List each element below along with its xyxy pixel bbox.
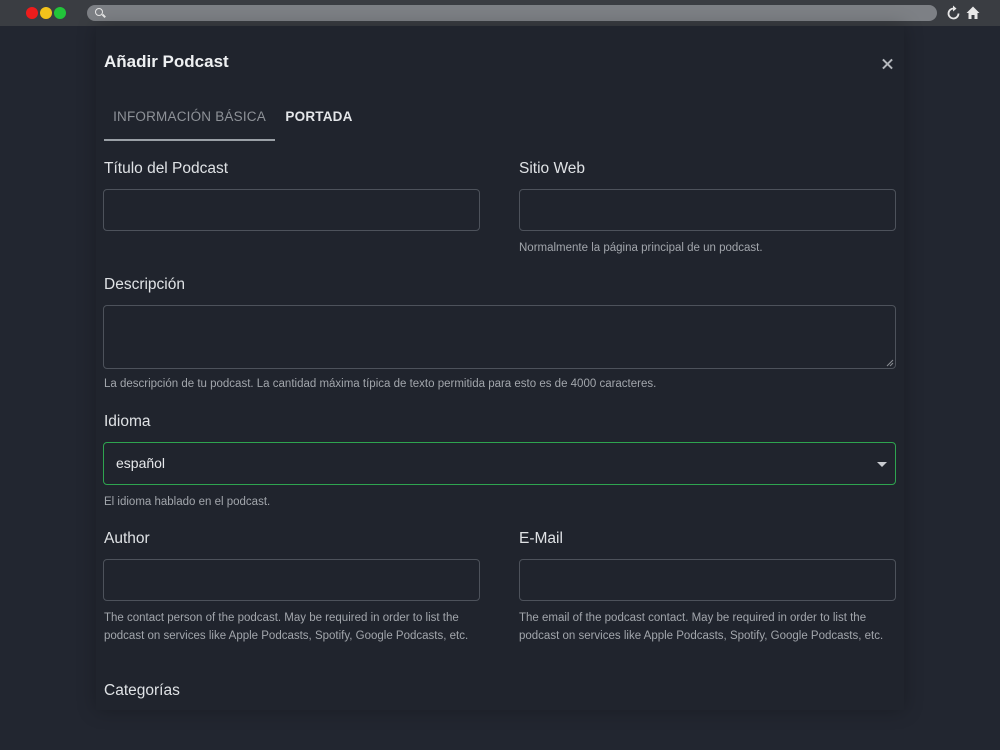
window-maximize-dot[interactable]	[54, 7, 66, 19]
window-minimize-dot[interactable]	[40, 7, 52, 19]
categories-label: Categorías	[104, 682, 180, 699]
tab-cover[interactable]: PORTADA	[275, 94, 363, 141]
email-input[interactable]	[519, 559, 896, 601]
window-close-dot[interactable]	[26, 7, 38, 19]
tab-basic-info[interactable]: INFORMACIÓN BÁSICA	[104, 94, 275, 141]
podcast-title-label: Título del Podcast	[104, 160, 229, 177]
modal-title: Añadir Podcast	[104, 52, 229, 71]
email-label: E-Mail	[519, 530, 563, 547]
language-select[interactable]: español	[103, 442, 896, 485]
chevron-down-icon	[877, 462, 887, 467]
tab-bar: INFORMACIÓN BÁSICA PORTADA	[104, 94, 896, 142]
description-hint: La descripción de tu podcast. La cantida…	[104, 378, 657, 390]
podcast-title-input[interactable]	[103, 189, 480, 231]
language-label: Idioma	[104, 413, 151, 430]
email-hint: The email of the podcast contact. May be…	[519, 612, 884, 642]
home-icon[interactable]	[965, 4, 981, 22]
website-label: Sitio Web	[519, 160, 586, 177]
description-textarea[interactable]	[103, 305, 896, 369]
website-hint: Normalmente la página principal de un po…	[519, 242, 763, 254]
close-icon[interactable]	[880, 56, 896, 72]
add-podcast-modal: Añadir Podcast INFORMACIÓN BÁSICA PORTAD…	[96, 26, 904, 710]
search-icon	[95, 8, 103, 16]
address-bar[interactable]	[87, 5, 937, 21]
author-label: Author	[104, 530, 150, 547]
language-selected-value: español	[116, 455, 166, 471]
resize-handle-icon[interactable]	[886, 359, 894, 367]
browser-toolbar	[0, 0, 1000, 26]
reload-icon[interactable]	[946, 4, 962, 22]
description-label: Descripción	[104, 276, 185, 293]
language-hint: El idioma hablado en el podcast.	[104, 496, 271, 508]
website-input[interactable]	[519, 189, 896, 231]
author-input[interactable]	[103, 559, 480, 601]
author-hint: The contact person of the podcast. May b…	[104, 612, 469, 642]
